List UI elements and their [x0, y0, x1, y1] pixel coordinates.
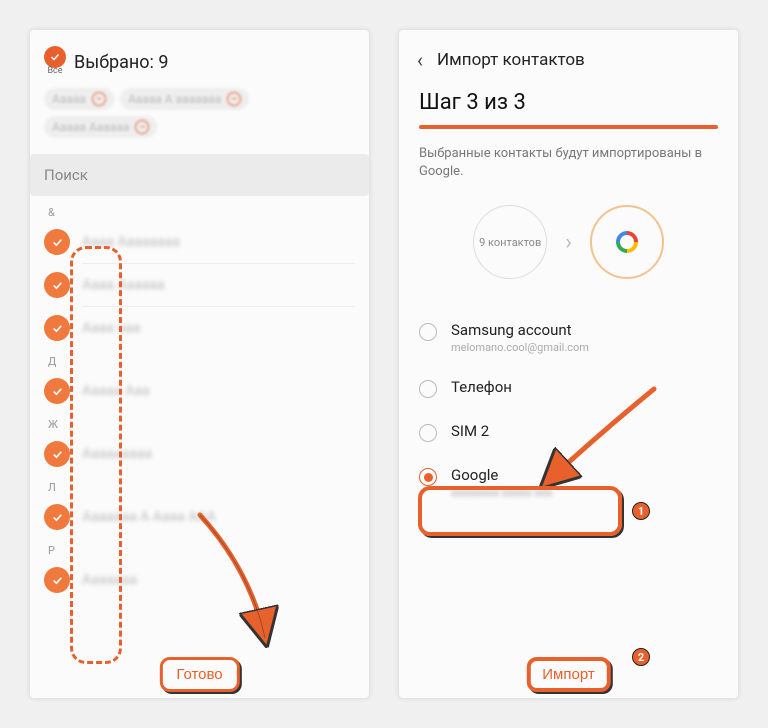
annotation-marker-2: 2 — [632, 648, 650, 666]
contact-name: Аааа Аааааааа — [82, 234, 355, 250]
contact-row[interactable]: Аааа Аааааа — [44, 264, 355, 306]
contact-name: Ааааа Ааа — [82, 383, 355, 399]
remove-chip-icon[interactable]: − — [135, 120, 149, 134]
progress-bar — [419, 125, 718, 129]
back-icon[interactable]: ‹ — [417, 48, 423, 72]
contact-row[interactable]: Ааааааааа — [44, 433, 355, 475]
radio-option[interactable]: Телефон — [419, 366, 718, 410]
remove-chip-icon[interactable]: − — [92, 92, 106, 106]
right-header: ‹ Импорт контактов — [399, 30, 738, 82]
contact-row[interactable]: Ааааа Ааа — [44, 370, 355, 412]
radio-label: Телефон — [451, 378, 512, 396]
radio-label: Google — [451, 466, 552, 484]
right-screen: ‹ Импорт контактов Шаг 3 из 3 Выбранные … — [399, 30, 738, 698]
section-letter: Ж — [48, 418, 355, 431]
import-button[interactable]: Импорт — [526, 657, 610, 692]
contact-name: Ааааааааа — [82, 446, 355, 462]
search-input[interactable]: Поиск — [30, 154, 369, 196]
arrow-icon: › — [565, 230, 572, 255]
radio-sublabel: melomano.cool@gmail.com — [451, 341, 589, 354]
radio-label: SIM 2 — [451, 422, 489, 440]
selection-header: Все Выбрано: 9 Ааааа−Ааааа А ааааааа−Ааа… — [30, 30, 369, 146]
selected-chips: Ааааа− Ааааа А ааааааа− Ааааа Аааааа− — [44, 88, 355, 138]
radio-icon — [419, 380, 437, 398]
selected-chip[interactable]: Ааааа− — [44, 88, 114, 110]
selected-chip[interactable]: Ааааа Аааааа− — [44, 116, 157, 138]
check-icon[interactable] — [44, 378, 70, 404]
contact-row[interactable]: Ааааааа А Аааа ААА — [44, 496, 355, 538]
contacts-circle: 9 контактов — [473, 205, 547, 279]
check-icon[interactable] — [44, 315, 70, 341]
radio-label: Samsung account — [451, 321, 589, 339]
contact-name: Аааа Аааааа — [82, 277, 355, 293]
selected-count: Выбрано: 9 — [74, 52, 168, 73]
step-title: Шаг 3 из 3 — [419, 90, 718, 115]
radio-icon — [419, 424, 437, 442]
annotation-marker-1: 1 — [632, 502, 650, 520]
select-all-icon[interactable] — [44, 46, 66, 68]
remove-chip-icon[interactable]: − — [227, 92, 241, 106]
contact-list: & Аааа Аааааааа Аааа Аааааа Аааа ааа Д Ааааа … — [30, 196, 369, 601]
check-icon[interactable] — [44, 441, 70, 467]
radio-option[interactable]: SIM 2 — [419, 410, 718, 454]
done-button[interactable]: Готово — [159, 657, 239, 692]
step-description: Выбранные контакты будут импортированы в… — [419, 145, 718, 181]
contact-row[interactable]: Аааа ааа — [44, 307, 355, 349]
section-letter: Р — [48, 544, 355, 557]
check-icon[interactable] — [44, 272, 70, 298]
header-title: Импорт контактов — [437, 50, 585, 70]
radio-option[interactable]: Google аааааааа ааааа ааа — [419, 454, 718, 511]
section-letter: & — [48, 206, 355, 219]
contact-name: Ааааааа — [82, 572, 355, 588]
google-circle — [590, 205, 664, 279]
contact-row[interactable]: Аааа Аааааааа — [44, 221, 355, 263]
radio-icon — [419, 468, 437, 486]
contact-row[interactable]: Ааааааа — [44, 559, 355, 601]
google-logo-icon — [616, 231, 638, 253]
section-letter: Л — [48, 481, 355, 494]
check-icon[interactable] — [44, 504, 70, 530]
check-icon[interactable] — [44, 229, 70, 255]
radio-sublabel: аааааааа ааааа ааа — [451, 486, 552, 499]
radio-icon — [419, 323, 437, 341]
contact-name: Аааа ааа — [82, 320, 355, 336]
section-letter: Д — [48, 355, 355, 368]
check-icon[interactable] — [44, 567, 70, 593]
radio-option[interactable]: Samsung account melomano.cool@gmail.com — [419, 309, 718, 366]
transfer-diagram: 9 контактов › — [419, 205, 718, 279]
left-screen: Все Выбрано: 9 Ааааа−Ааааа А ааааааа−Ааа… — [30, 30, 369, 698]
select-all-label: Все — [47, 66, 62, 76]
selected-chip[interactable]: Ааааа А ааааааа− — [120, 88, 249, 110]
contact-name: Ааааааа А Аааа ААА — [82, 509, 355, 525]
account-radio-list: Samsung account melomano.cool@gmail.com Те… — [399, 309, 738, 511]
